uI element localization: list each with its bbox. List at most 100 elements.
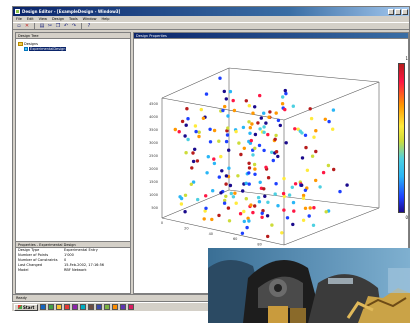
- taskbar-app-icon[interactable]: [120, 304, 127, 310]
- design-point: [247, 219, 251, 223]
- delete-icon[interactable]: ✕: [24, 23, 30, 29]
- toolbar-separator: [34, 23, 35, 29]
- taskbar-app-icon[interactable]: [40, 304, 47, 310]
- x-tick-label: 40: [209, 232, 213, 236]
- maximize-button[interactable]: [395, 8, 401, 15]
- taskbar-app-icon[interactable]: [96, 304, 103, 310]
- design-point: [266, 132, 270, 137]
- design-point: [270, 150, 274, 154]
- design-point: [273, 192, 277, 196]
- design-point: [247, 182, 251, 186]
- design-point: [304, 145, 308, 150]
- design-point: [253, 132, 258, 137]
- menu-help[interactable]: Help: [101, 17, 109, 21]
- design-point: [274, 111, 278, 115]
- x-tick-label: 20: [184, 226, 188, 230]
- colorbar: [398, 63, 405, 213]
- taskbar-app-icon[interactable]: [48, 304, 55, 310]
- design-point: [283, 88, 287, 93]
- minimize-button[interactable]: [388, 8, 394, 15]
- new-icon[interactable]: ▫: [16, 23, 22, 29]
- design-point: [242, 219, 246, 224]
- scatter-points: [173, 76, 349, 239]
- design-point: [241, 125, 246, 130]
- design-point: [197, 134, 201, 139]
- design-point: [193, 124, 198, 128]
- design-point: [199, 107, 203, 112]
- design-point: [217, 175, 221, 179]
- property-value: RBF Network: [64, 268, 87, 272]
- print-icon[interactable]: ▤: [39, 23, 45, 29]
- design-point: [234, 201, 238, 205]
- design-point: [276, 204, 280, 208]
- taskbar-app-icon[interactable]: [128, 304, 135, 310]
- taskbar-app-icon[interactable]: [64, 304, 71, 310]
- toolbar-separator: [81, 23, 82, 29]
- menu-view[interactable]: View: [39, 17, 47, 21]
- copy-icon[interactable]: ❐: [55, 23, 61, 29]
- title-bar[interactable]: Design Editor - [ExampleDesign - Window3…: [13, 7, 409, 16]
- property-row: Model RBF Network: [16, 268, 130, 273]
- design-point: [256, 195, 261, 200]
- close-button[interactable]: [402, 8, 408, 15]
- design-point: [221, 108, 225, 113]
- design-point: [256, 121, 260, 125]
- design-icon: [24, 46, 28, 51]
- design-point: [247, 166, 252, 170]
- x-tick-label: 80: [257, 243, 261, 247]
- design-point: [218, 76, 222, 80]
- undo-icon[interactable]: ↶: [63, 23, 69, 29]
- design-point: [257, 143, 262, 148]
- design-point: [236, 174, 240, 178]
- taskbar-app-icon[interactable]: [104, 304, 111, 310]
- properties-panel: Properties - Experimental Design Design …: [16, 241, 130, 293]
- menu-window[interactable]: Window: [83, 17, 97, 21]
- box-edge: [161, 67, 230, 99]
- design-point: [220, 169, 224, 173]
- status-text: Ready: [16, 296, 27, 300]
- design-point: [331, 127, 335, 131]
- menu-edit[interactable]: Edit: [27, 17, 34, 21]
- taskbar-app-icon[interactable]: [88, 304, 95, 310]
- design-point: [262, 148, 266, 153]
- design-point: [217, 213, 221, 218]
- scatter-plot-3d[interactable]: 4500 4000 3500 3000 2500 2000 1500 1000 500 0 20 40…: [134, 40, 396, 260]
- design-point: [278, 123, 282, 128]
- redo-icon[interactable]: ↷: [71, 23, 77, 29]
- design-point: [251, 210, 255, 215]
- help-icon[interactable]: ?: [86, 23, 92, 29]
- design-point: [312, 206, 316, 210]
- taskbar-app-icon[interactable]: [112, 304, 119, 310]
- design-point: [291, 200, 296, 205]
- design-point: [206, 155, 210, 159]
- design-point: [196, 197, 200, 202]
- start-button[interactable]: Start: [14, 303, 39, 311]
- design-point: [217, 139, 221, 143]
- design-point: [263, 194, 267, 198]
- design-point: [280, 102, 285, 106]
- menu-tools[interactable]: Tools: [69, 17, 78, 21]
- taskbar-app-icon[interactable]: [80, 304, 87, 310]
- design-point: [281, 95, 285, 99]
- menu-design[interactable]: Design: [52, 17, 64, 21]
- tree-item-experimental-design[interactable]: ExperimentalDesign: [18, 46, 128, 51]
- design-point: [281, 191, 286, 196]
- design-point: [314, 178, 318, 183]
- menu-file[interactable]: File: [16, 17, 22, 21]
- design-point: [185, 107, 189, 111]
- design-point: [227, 219, 232, 223]
- design-point: [247, 104, 251, 108]
- design-point: [258, 180, 262, 184]
- design-point: [244, 181, 248, 185]
- design-point: [186, 137, 190, 142]
- design-point: [248, 131, 252, 135]
- design-point: [204, 92, 209, 96]
- taskbar-app-icon[interactable]: [56, 304, 63, 310]
- design-point: [229, 191, 233, 196]
- cut-icon[interactable]: ✂: [47, 23, 53, 29]
- design-point: [258, 93, 262, 98]
- design-point: [212, 157, 216, 161]
- overlay-photo: [208, 248, 410, 323]
- taskbar-app-icon[interactable]: [72, 304, 79, 310]
- design-point: [186, 117, 190, 121]
